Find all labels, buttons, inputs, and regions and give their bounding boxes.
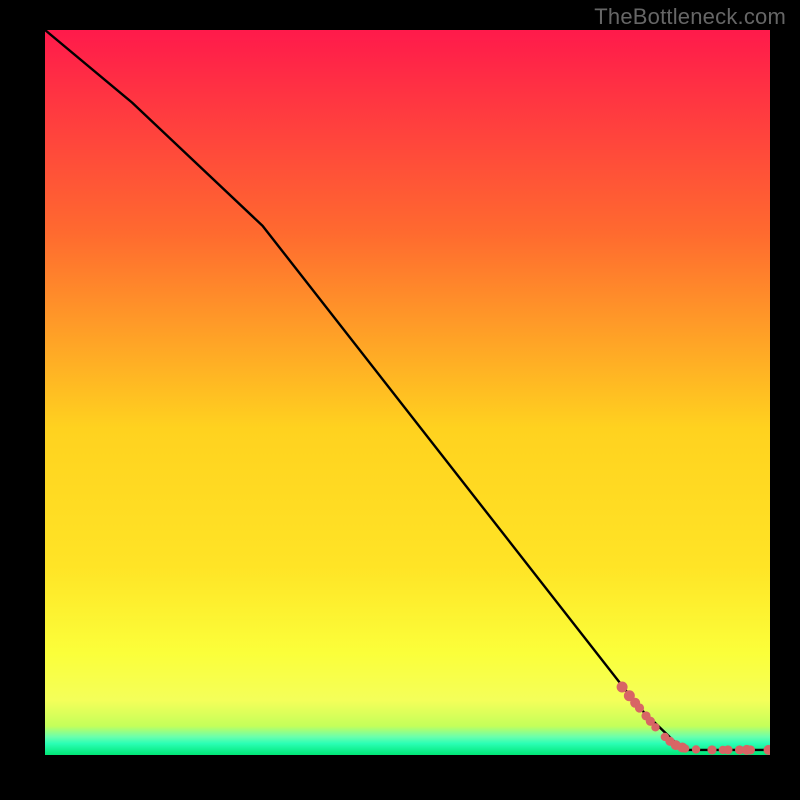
plot-area (45, 30, 770, 755)
chart-container: TheBottleneck.com (0, 0, 800, 800)
data-point (692, 745, 700, 753)
data-point (617, 682, 628, 693)
chart-svg (45, 30, 770, 755)
data-point (707, 745, 716, 754)
data-point (723, 745, 732, 754)
data-point (681, 744, 689, 752)
data-point (651, 723, 659, 731)
gradient-background (45, 30, 770, 755)
data-point (635, 703, 644, 712)
data-point (746, 745, 755, 754)
watermark-text: TheBottleneck.com (594, 4, 786, 30)
